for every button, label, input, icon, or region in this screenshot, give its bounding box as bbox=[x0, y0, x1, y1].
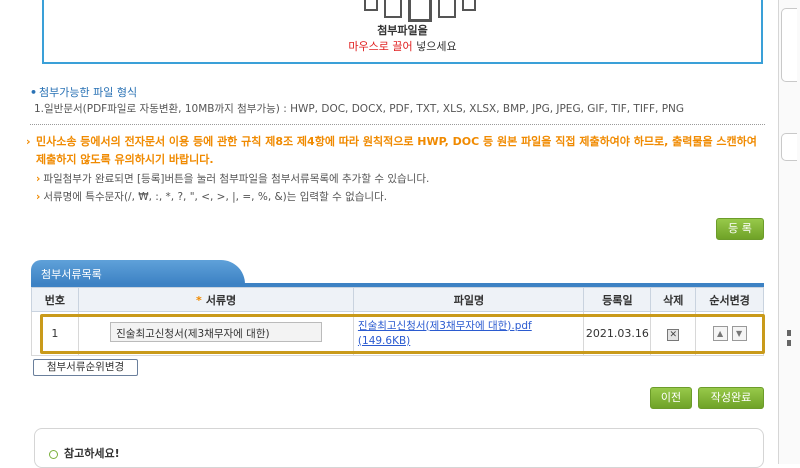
arrow-down-icon[interactable]: ▼ bbox=[731, 326, 747, 341]
allowed-types-title: • 첨부가능한 파일 형식 bbox=[30, 84, 137, 100]
dropzone-rest-text: 넣으세요 bbox=[412, 40, 457, 53]
prev-button[interactable]: 이전 bbox=[650, 387, 692, 409]
row-order-cell: ▲ ▼ bbox=[695, 311, 764, 356]
notice-text: 민사소송 등에서의 전자문서 이용 등에 관한 규칙 제8조 제4항에 따라 원… bbox=[36, 135, 757, 166]
dropzone-drag-text: 마우스로 끌어 bbox=[348, 40, 413, 53]
file-icon bbox=[364, 0, 378, 11]
arrow-bullet-icon: › bbox=[36, 191, 41, 203]
allowed-types-title-text: 첨부가능한 파일 형식 bbox=[39, 86, 138, 99]
tip-register-text: 파일첨부가 완료되면 [등록]버튼을 눌러 첨부파일을 첨부서류목록에 추가할 … bbox=[43, 173, 430, 185]
row-file-cell: 진술최고신청서(제3채무자에 대한).pdf (149.6KB) bbox=[353, 311, 585, 356]
file-icon bbox=[408, 0, 432, 22]
arrow-up-icon[interactable]: ▲ bbox=[712, 326, 728, 341]
side-tab[interactable] bbox=[781, 133, 797, 161]
reorder-button[interactable]: 첨부서류순위변경 bbox=[33, 359, 138, 376]
attachment-table: 번호 * 서류명 파일명 등록일 삭제 순서변경 1 진술최고신청서(제3채무자에… bbox=[31, 287, 764, 356]
file-icon bbox=[462, 0, 476, 11]
reference-box: 참고하세요! bbox=[34, 428, 764, 468]
col-header-delete: 삭제 bbox=[650, 287, 697, 312]
col-header-name-text: 서류명 bbox=[205, 293, 237, 307]
tip-special-chars: › 서류명에 특수문자(/, ₩, :, *, ?, ", <, >, |, =,… bbox=[36, 189, 387, 204]
document-name-input[interactable]: 진술최고신청서(제3채무자에 대한) bbox=[110, 322, 323, 342]
bullet-icon: • bbox=[30, 86, 38, 99]
reference-title: 참고하세요! bbox=[49, 445, 120, 461]
scroll-handle[interactable] bbox=[787, 340, 791, 346]
file-drop-zone[interactable]: 첨부파일을 마우스로 끌어 넣으세요 bbox=[42, 0, 763, 64]
register-button[interactable]: 등 록 bbox=[716, 218, 764, 240]
reference-title-text: 참고하세요! bbox=[64, 447, 120, 460]
col-header-no: 번호 bbox=[31, 287, 79, 312]
col-header-date: 등록일 bbox=[583, 287, 652, 312]
table-row: 1 진술최고신청서(제3채무자에 대한) 진술최고신청서(제3채무자에 대한).… bbox=[31, 311, 764, 356]
col-header-file: 파일명 bbox=[353, 287, 585, 312]
right-side-panel bbox=[778, 0, 800, 464]
scroll-handle[interactable] bbox=[787, 330, 791, 336]
required-mark: * bbox=[196, 293, 202, 307]
complete-button[interactable]: 작성완료 bbox=[698, 387, 764, 409]
dropzone-instruction: 마우스로 끌어 넣으세요 bbox=[44, 38, 761, 54]
row-date: 2021.03.16 bbox=[583, 311, 652, 356]
notice-warning: › 민사소송 등에서의 전자문서 이용 등에 관한 규칙 제8조 제4항에 따라… bbox=[26, 133, 766, 169]
arrow-bullet-icon: › bbox=[26, 135, 31, 148]
allowed-types-text: 1.일반문서(PDF파일로 자동변환, 10MB까지 첨부가능) : HWP, … bbox=[34, 103, 685, 115]
file-icon bbox=[438, 0, 456, 18]
file-icon bbox=[384, 0, 402, 18]
dropzone-caption: 첨부파일을 bbox=[377, 24, 428, 37]
col-header-order: 순서변경 bbox=[695, 287, 764, 312]
divider bbox=[30, 124, 765, 125]
row-name-cell: 진술최고신청서(제3채무자에 대한) bbox=[77, 311, 355, 356]
row-delete-cell: ✕ bbox=[650, 311, 697, 356]
tip-register: › 파일첨부가 완료되면 [등록]버튼을 눌러 첨부파일을 첨부서류목록에 추가할… bbox=[36, 171, 429, 186]
col-header-name: * 서류명 bbox=[77, 287, 355, 312]
file-link[interactable]: 진술최고신청서(제3채무자에 대한).pdf (149.6KB) bbox=[358, 319, 580, 349]
arrow-bullet-icon: › bbox=[36, 173, 41, 185]
attachment-list-tab: 첨부서류목록 bbox=[31, 260, 245, 284]
tip-special-chars-text: 서류명에 특수문자(/, ₩, :, *, ?, ", <, >, |, =, … bbox=[43, 191, 388, 203]
delete-icon[interactable]: ✕ bbox=[667, 328, 680, 341]
row-no: 1 bbox=[31, 311, 79, 356]
side-tab[interactable] bbox=[781, 8, 797, 82]
file-type-icons bbox=[364, 0, 476, 22]
circle-icon bbox=[49, 449, 58, 459]
